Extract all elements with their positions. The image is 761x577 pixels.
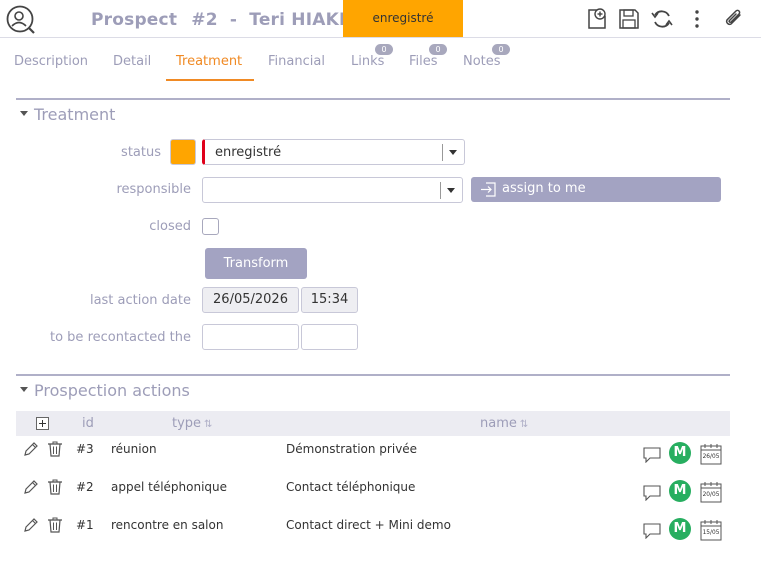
avatar: M — [669, 518, 691, 540]
title-name: Teri HIAKI — [249, 10, 346, 30]
column-name-label: name — [480, 416, 517, 431]
tab-financial[interactable]: Financial — [268, 54, 325, 69]
calendar-date: 20/05 — [702, 490, 720, 498]
comment-icon[interactable] — [643, 447, 661, 463]
column-type-label: type — [172, 416, 202, 431]
add-action-icon[interactable] — [36, 417, 49, 430]
tab-files[interactable]: Files — [409, 54, 438, 69]
actions-table-header: id type ⇅ name ⇅ — [16, 411, 730, 436]
last-action-time-field: 15:34 — [301, 287, 358, 313]
recontact-date-label: to be recontacted the — [50, 330, 191, 345]
treatment-section-title: Treatment — [34, 105, 116, 124]
calendar-icon: 26/05 — [700, 443, 722, 465]
closed-label: closed — [149, 219, 191, 234]
assign-to-me-label: assign to me — [502, 181, 586, 196]
tab-description[interactable]: Description — [14, 54, 88, 69]
closed-checkbox[interactable] — [202, 218, 219, 235]
active-tab-indicator — [166, 79, 254, 81]
title-number: #2 — [191, 10, 218, 30]
attach-icon[interactable] — [722, 7, 746, 31]
actions-section-title: Prospection actions — [34, 381, 190, 400]
new-document-icon[interactable] — [585, 7, 609, 31]
sort-icon: ⇅ — [519, 419, 529, 430]
title-separator: - — [229, 10, 238, 30]
tab-treatment[interactable]: Treatment — [176, 54, 242, 69]
calendar-icon: 20/05 — [700, 481, 722, 503]
treatment-section-header[interactable]: Treatment — [20, 105, 115, 124]
responsible-label: responsible — [116, 182, 191, 197]
collapse-caret-icon — [20, 387, 28, 392]
recontact-date-input[interactable] — [202, 324, 299, 350]
section-divider — [16, 98, 730, 100]
tab-bar: Description Detail Treatment Financial L… — [0, 42, 761, 82]
tab-notes[interactable]: Notes — [463, 54, 501, 69]
trash-icon[interactable] — [47, 479, 63, 495]
table-row[interactable]: #1 rencontre en salon Contact direct + M… — [16, 512, 730, 550]
action-id: #2 — [76, 480, 94, 494]
edit-pencil-icon[interactable] — [23, 517, 39, 533]
column-header-type[interactable]: type ⇅ — [172, 416, 212, 431]
recontact-time-input[interactable] — [301, 324, 358, 350]
refresh-icon[interactable] — [650, 7, 674, 31]
section-divider — [16, 374, 730, 376]
select-divider — [442, 144, 443, 161]
tab-links[interactable]: Links — [351, 54, 384, 69]
responsible-select[interactable] — [202, 177, 463, 203]
trash-icon[interactable] — [47, 517, 63, 533]
status-select-value: enregistré — [215, 145, 282, 160]
avatar: M — [669, 480, 691, 502]
status-select[interactable]: enregistré — [202, 139, 465, 165]
recontact-date-text[interactable] — [203, 325, 298, 349]
comment-icon[interactable] — [643, 485, 661, 501]
action-name: Contact téléphonique — [286, 480, 416, 494]
more-vertical-icon[interactable] — [685, 7, 709, 31]
action-type: réunion — [111, 442, 157, 456]
transform-button[interactable]: Transform — [205, 248, 307, 279]
table-row[interactable]: #3 réunion Démonstration privée M 26/05 — [16, 436, 730, 474]
actions-section-header[interactable]: Prospection actions — [20, 381, 190, 400]
action-type: appel téléphonique — [111, 480, 228, 494]
action-name: Démonstration privée — [286, 442, 418, 456]
links-count-badge: 0 — [375, 44, 393, 55]
chevron-down-icon — [449, 150, 457, 155]
assign-to-me-button[interactable]: assign to me — [471, 177, 721, 202]
calendar-icon: 15/05 — [700, 519, 722, 541]
table-row[interactable]: #2 appel téléphonique Contact téléphoniq… — [16, 474, 730, 512]
edit-pencil-icon[interactable] — [23, 479, 39, 495]
calendar-date: 26/05 — [702, 452, 720, 460]
title-object: Prospect — [91, 10, 178, 30]
files-count-badge: 0 — [429, 44, 447, 55]
status-badge: enregistré — [343, 0, 463, 37]
column-header-id[interactable]: id — [82, 416, 94, 431]
action-id: #1 — [76, 518, 94, 532]
notes-count-badge: 0 — [492, 44, 510, 55]
save-icon[interactable] — [617, 7, 641, 31]
assign-arrow-icon — [481, 182, 496, 197]
collapse-caret-icon — [20, 111, 28, 116]
comment-icon[interactable] — [643, 523, 661, 539]
last-action-date-field: 26/05/2026 — [202, 287, 299, 313]
sort-icon: ⇅ — [204, 419, 213, 430]
search-icon[interactable] — [6, 5, 36, 35]
avatar: M — [669, 442, 691, 464]
status-color-swatch[interactable] — [170, 139, 196, 165]
action-name: Contact direct + Mini demo — [286, 518, 451, 532]
last-action-date-label: last action date — [89, 293, 191, 308]
trash-icon[interactable] — [47, 441, 63, 457]
recontact-time-text[interactable] — [302, 325, 357, 349]
status-label: status — [121, 145, 161, 160]
page-title: Prospect #2 - Teri HIAKI — [91, 10, 346, 30]
tab-detail[interactable]: Detail — [113, 54, 151, 69]
top-bar: Prospect #2 - Teri HIAKI enregistré — [0, 0, 761, 38]
select-divider — [440, 182, 441, 199]
action-type: rencontre en salon — [111, 518, 224, 532]
edit-pencil-icon[interactable] — [23, 441, 39, 457]
column-header-name[interactable]: name ⇅ — [480, 416, 528, 431]
action-id: #3 — [76, 442, 94, 456]
calendar-date: 15/05 — [702, 528, 720, 536]
chevron-down-icon — [447, 188, 455, 193]
